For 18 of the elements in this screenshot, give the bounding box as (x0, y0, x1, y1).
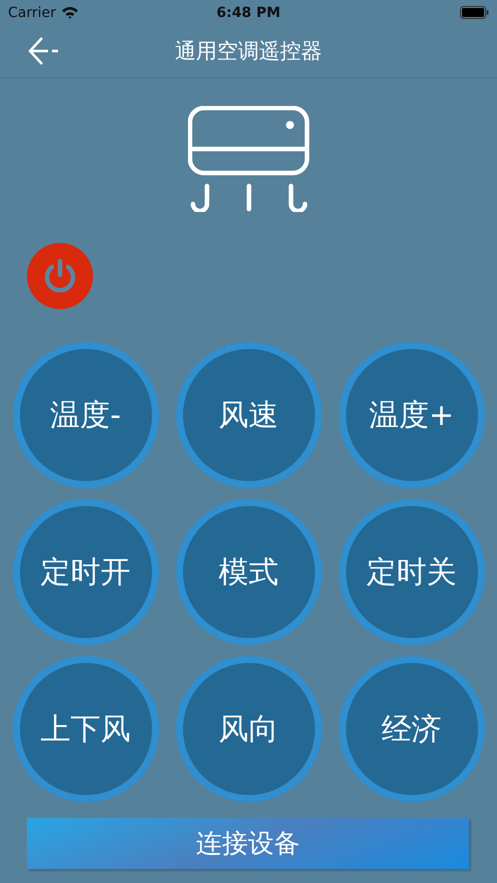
remote-button[interactable]: 经济 (338, 656, 484, 802)
carrier-label: Carrier (8, 4, 56, 20)
remote-button[interactable]: 定时关 (338, 499, 484, 645)
air-conditioner-icon (188, 106, 310, 212)
connect-device-button[interactable]: 连接设备 (27, 818, 469, 869)
remote-button[interactable]: 风向 (176, 656, 322, 802)
back-arrow-icon[interactable] (28, 36, 60, 66)
remote-button[interactable]: 温度+ (338, 342, 484, 488)
nav-title: 通用空调遥控器 (175, 38, 322, 65)
battery-icon (460, 6, 489, 19)
power-icon (42, 258, 78, 294)
remote-button[interactable]: 上下风 (12, 656, 158, 802)
remote-button[interactable]: 模式 (176, 499, 322, 645)
remote-button[interactable]: 温度- (12, 342, 158, 488)
wifi-icon (60, 6, 79, 19)
remote-button[interactable]: 风速 (176, 342, 322, 488)
remote-button[interactable]: 定时开 (12, 499, 158, 645)
clock-time: 6:48 PM (216, 4, 280, 20)
